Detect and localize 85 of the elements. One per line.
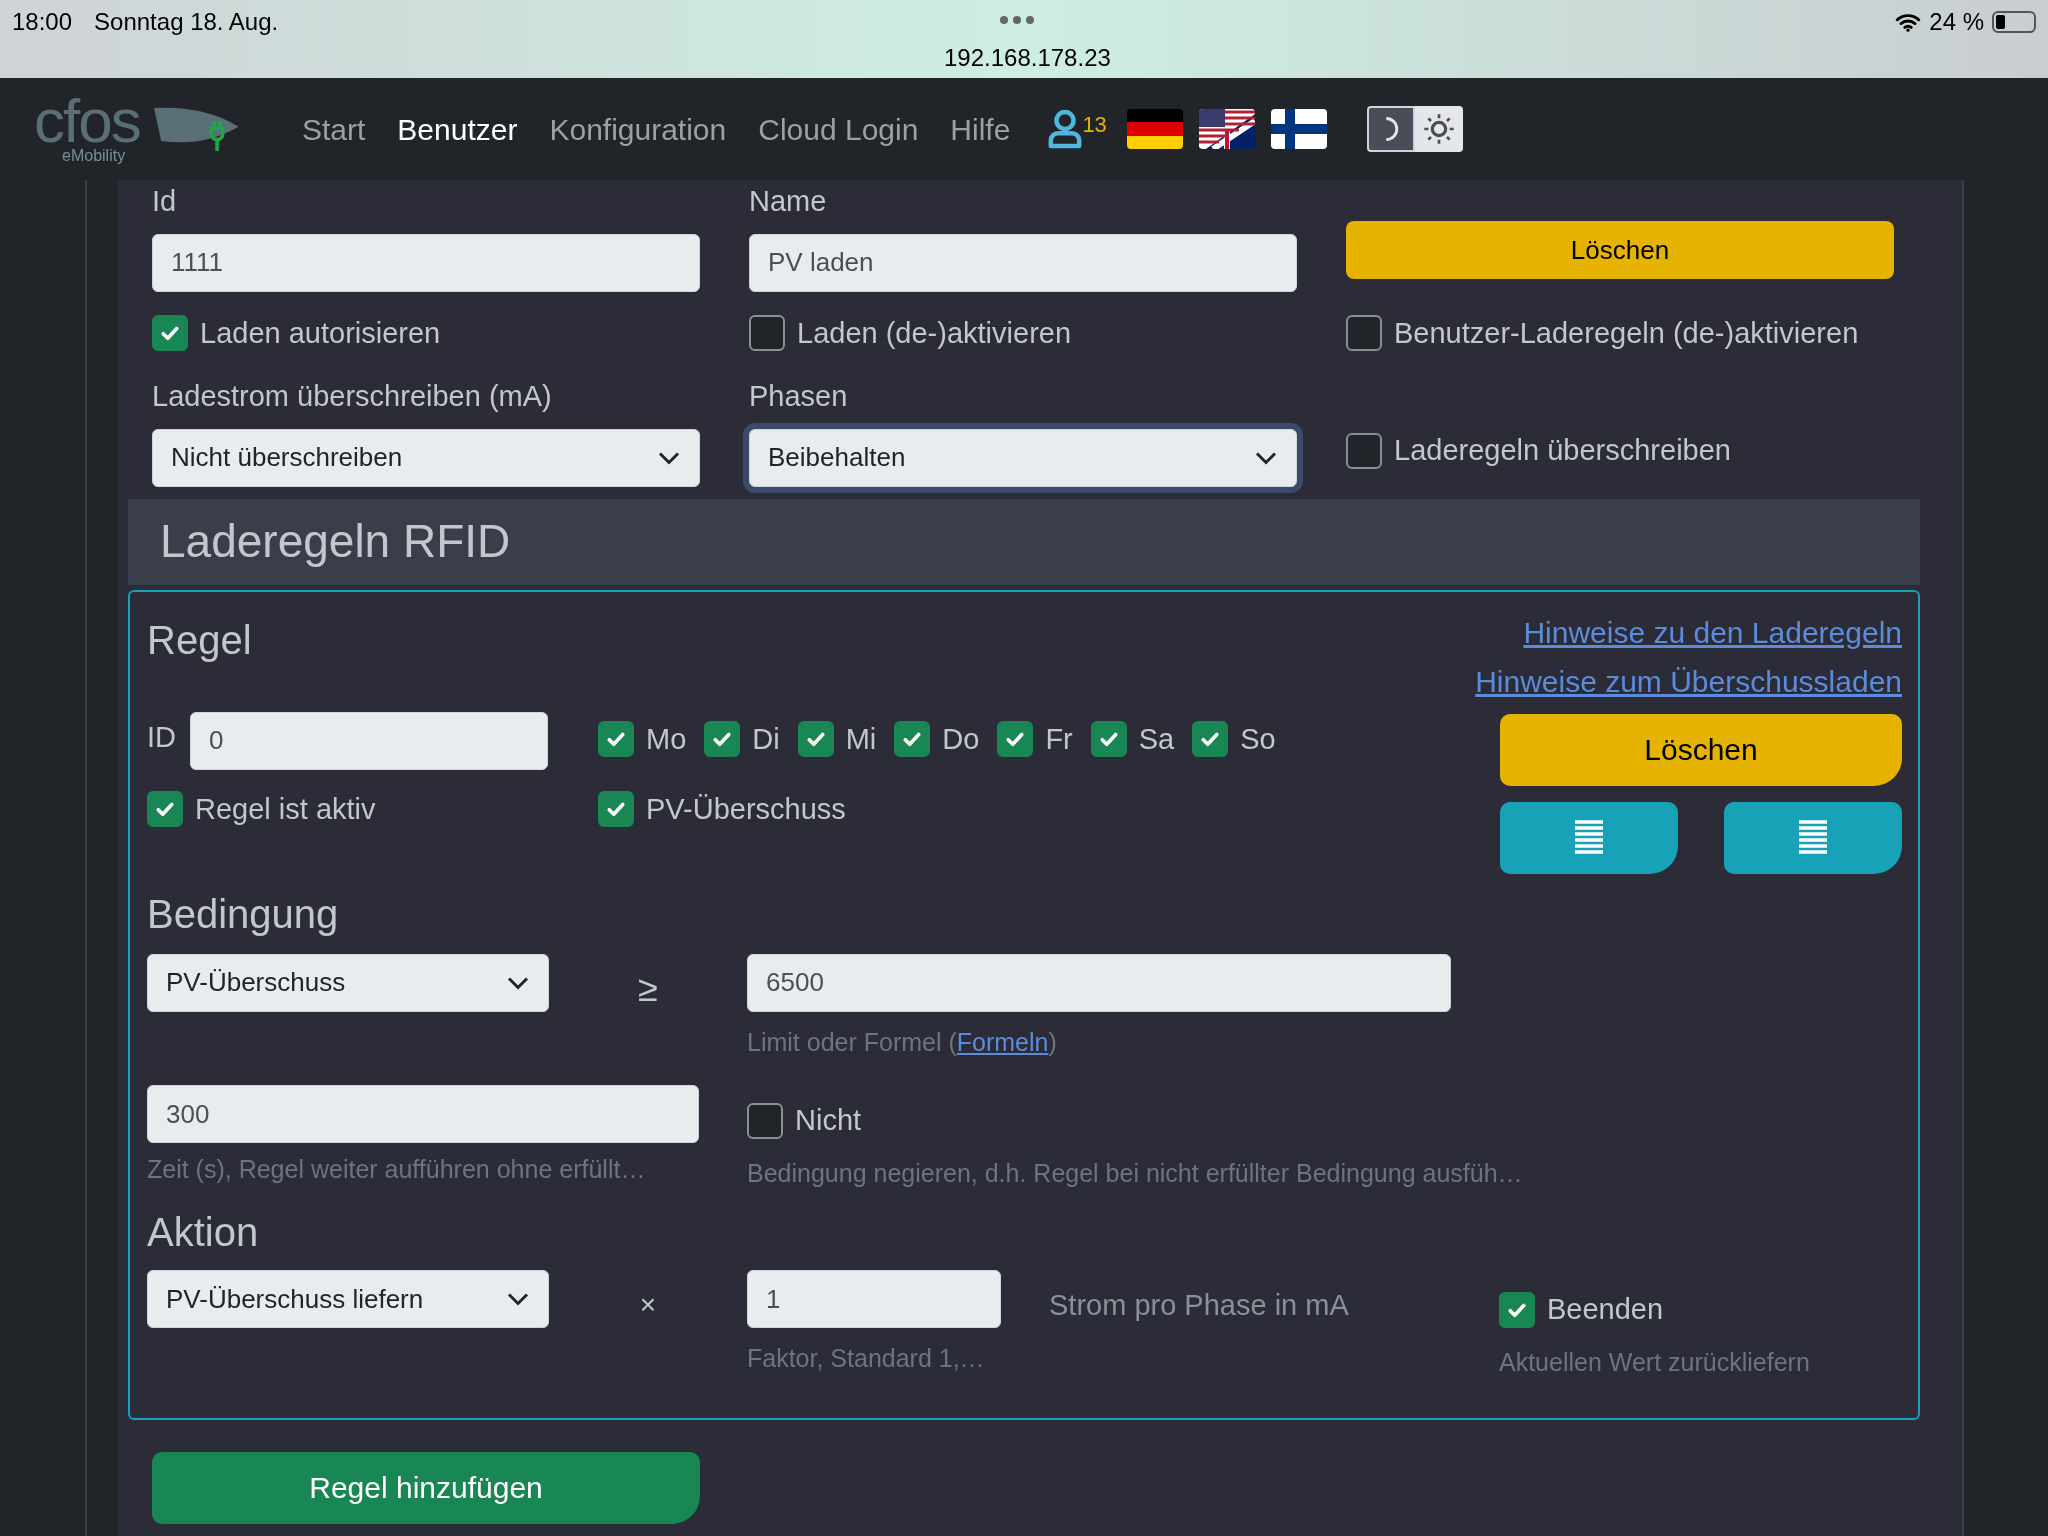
rule-heading: Regel bbox=[147, 616, 253, 664]
field-label: ID bbox=[147, 719, 176, 755]
checkbox[interactable] bbox=[598, 791, 634, 828]
checkbox[interactable] bbox=[747, 1102, 783, 1139]
checkbox[interactable] bbox=[1499, 1291, 1535, 1328]
checkbox[interactable] bbox=[598, 721, 634, 758]
field-label: Phasen bbox=[749, 379, 849, 414]
dropdown[interactable]: PV-Überschuss bbox=[147, 953, 549, 1012]
help-link[interactable]: Hinweise zum Überschussladen bbox=[1475, 658, 1902, 704]
add-rule-button[interactable]: Regel hinzufügen bbox=[152, 1451, 700, 1524]
checkbox-label: PV-Überschuss bbox=[646, 791, 846, 827]
day-label: So bbox=[1240, 721, 1276, 757]
checkbox[interactable] bbox=[147, 791, 183, 828]
nav-link[interactable]: Benutzer bbox=[397, 106, 518, 152]
move-up-button[interactable] bbox=[1500, 801, 1678, 874]
move-down-button[interactable] bbox=[1724, 801, 1902, 874]
checkbox[interactable] bbox=[1346, 315, 1382, 352]
wifi-icon bbox=[1895, 12, 1922, 32]
nav-link[interactable]: Start bbox=[302, 106, 366, 152]
checkbox[interactable] bbox=[797, 721, 834, 758]
help-text: Bedingung negieren, d.h. Regel bei nicht erfüllter Bedingung ausfüh… bbox=[747, 1157, 1523, 1189]
dropdown[interactable]: Nicht überschreiben bbox=[152, 428, 700, 487]
clock-time: 18:00 bbox=[12, 7, 73, 37]
id-input[interactable]: 1111 bbox=[152, 233, 700, 292]
day-label: Di bbox=[752, 721, 780, 757]
moon-icon[interactable] bbox=[1366, 106, 1415, 152]
section-header: Laderegeln RFID bbox=[128, 498, 1920, 585]
checkbox[interactable] bbox=[1090, 721, 1127, 758]
checkbox-label: Regel ist aktiv bbox=[195, 791, 376, 827]
help-text: Limit oder Formel (Formeln) bbox=[747, 1026, 1058, 1058]
checkbox[interactable] bbox=[749, 315, 785, 352]
checkbox[interactable] bbox=[1346, 432, 1382, 469]
value-input[interactable]: 6500 bbox=[747, 953, 1451, 1012]
checkbox[interactable] bbox=[152, 315, 188, 352]
us-uk-flag-icon[interactable] bbox=[1198, 109, 1255, 149]
day-label: Mi bbox=[845, 721, 877, 757]
name-input[interactable]: PV laden bbox=[749, 233, 1297, 292]
time-input[interactable]: 300 bbox=[147, 1085, 699, 1143]
operator-symbol: × bbox=[639, 1288, 657, 1322]
lines-icon bbox=[1575, 819, 1603, 856]
id-input[interactable]: 0 bbox=[190, 711, 548, 770]
unit-text: Strom pro Phase in mA bbox=[1049, 1288, 1350, 1323]
battery-icon bbox=[1992, 11, 2036, 33]
help-text: Aktuellen Wert zurückliefern bbox=[1499, 1346, 1810, 1378]
checkbox-label: Laderegeln überschreiben bbox=[1394, 433, 1731, 468]
nav-link[interactable]: Hilfe bbox=[950, 106, 1011, 152]
delete-button[interactable]: Löschen bbox=[1346, 221, 1894, 279]
section-heading: Aktion bbox=[147, 1209, 260, 1256]
day-label: Fr bbox=[1045, 721, 1073, 757]
nav-link[interactable]: Cloud Login bbox=[758, 106, 919, 152]
operator-symbol: ≥ bbox=[638, 966, 658, 1011]
day-label: Sa bbox=[1138, 721, 1175, 757]
date-text: Sonntag 18. Aug. bbox=[94, 7, 279, 37]
checkbox[interactable] bbox=[997, 721, 1034, 758]
field-label: Ladestrom überschreiben (mA) bbox=[152, 379, 553, 414]
nav-link[interactable]: Konfiguration bbox=[549, 106, 727, 152]
day-label: Do bbox=[942, 721, 980, 757]
more-dots-icon[interactable] bbox=[1000, 16, 1034, 24]
checkbox[interactable] bbox=[894, 721, 931, 758]
logo[interactable]: cfos eMobility bbox=[34, 89, 240, 169]
factor-input[interactable]: 1 bbox=[747, 1270, 1001, 1328]
battery-percent: 24 % bbox=[1929, 7, 1984, 37]
help-text: Faktor, Standard 1,… bbox=[747, 1343, 986, 1374]
dropdown[interactable]: PV-Überschuss liefern bbox=[147, 1270, 549, 1328]
finnish-flag-icon[interactable] bbox=[1270, 109, 1327, 149]
delete-button[interactable]: Löschen bbox=[1500, 713, 1902, 786]
checkbox[interactable] bbox=[704, 721, 741, 758]
user-count-link[interactable]: 13 bbox=[1048, 108, 1107, 150]
checkbox-label: Laden (de-)aktivieren bbox=[797, 315, 1072, 351]
field-label: Id bbox=[152, 184, 178, 219]
lines-icon bbox=[1799, 819, 1827, 856]
checkbox-label: Benutzer-Laderegeln (de-)aktivieren bbox=[1394, 315, 1859, 351]
section-heading: Bedingung bbox=[147, 890, 340, 938]
field-label: Name bbox=[749, 184, 828, 219]
help-text: Zeit (s), Regel weiter aufführen ohne erfüllt… bbox=[147, 1154, 647, 1185]
german-flag-icon[interactable] bbox=[1126, 109, 1183, 149]
checkbox-label: Nicht bbox=[795, 1103, 862, 1138]
help-link[interactable]: Hinweise zu den Laderegeln bbox=[1523, 609, 1902, 655]
sun-icon[interactable] bbox=[1414, 106, 1463, 152]
formula-link[interactable]: Formeln bbox=[956, 1027, 1049, 1056]
url-text[interactable]: 192.168.178.23 bbox=[944, 40, 1111, 76]
day-label: Mo bbox=[646, 721, 687, 757]
checkbox-label: Laden autorisieren bbox=[200, 315, 441, 351]
checkbox-label: Beenden bbox=[1547, 1292, 1664, 1327]
checkbox[interactable] bbox=[1192, 721, 1229, 758]
